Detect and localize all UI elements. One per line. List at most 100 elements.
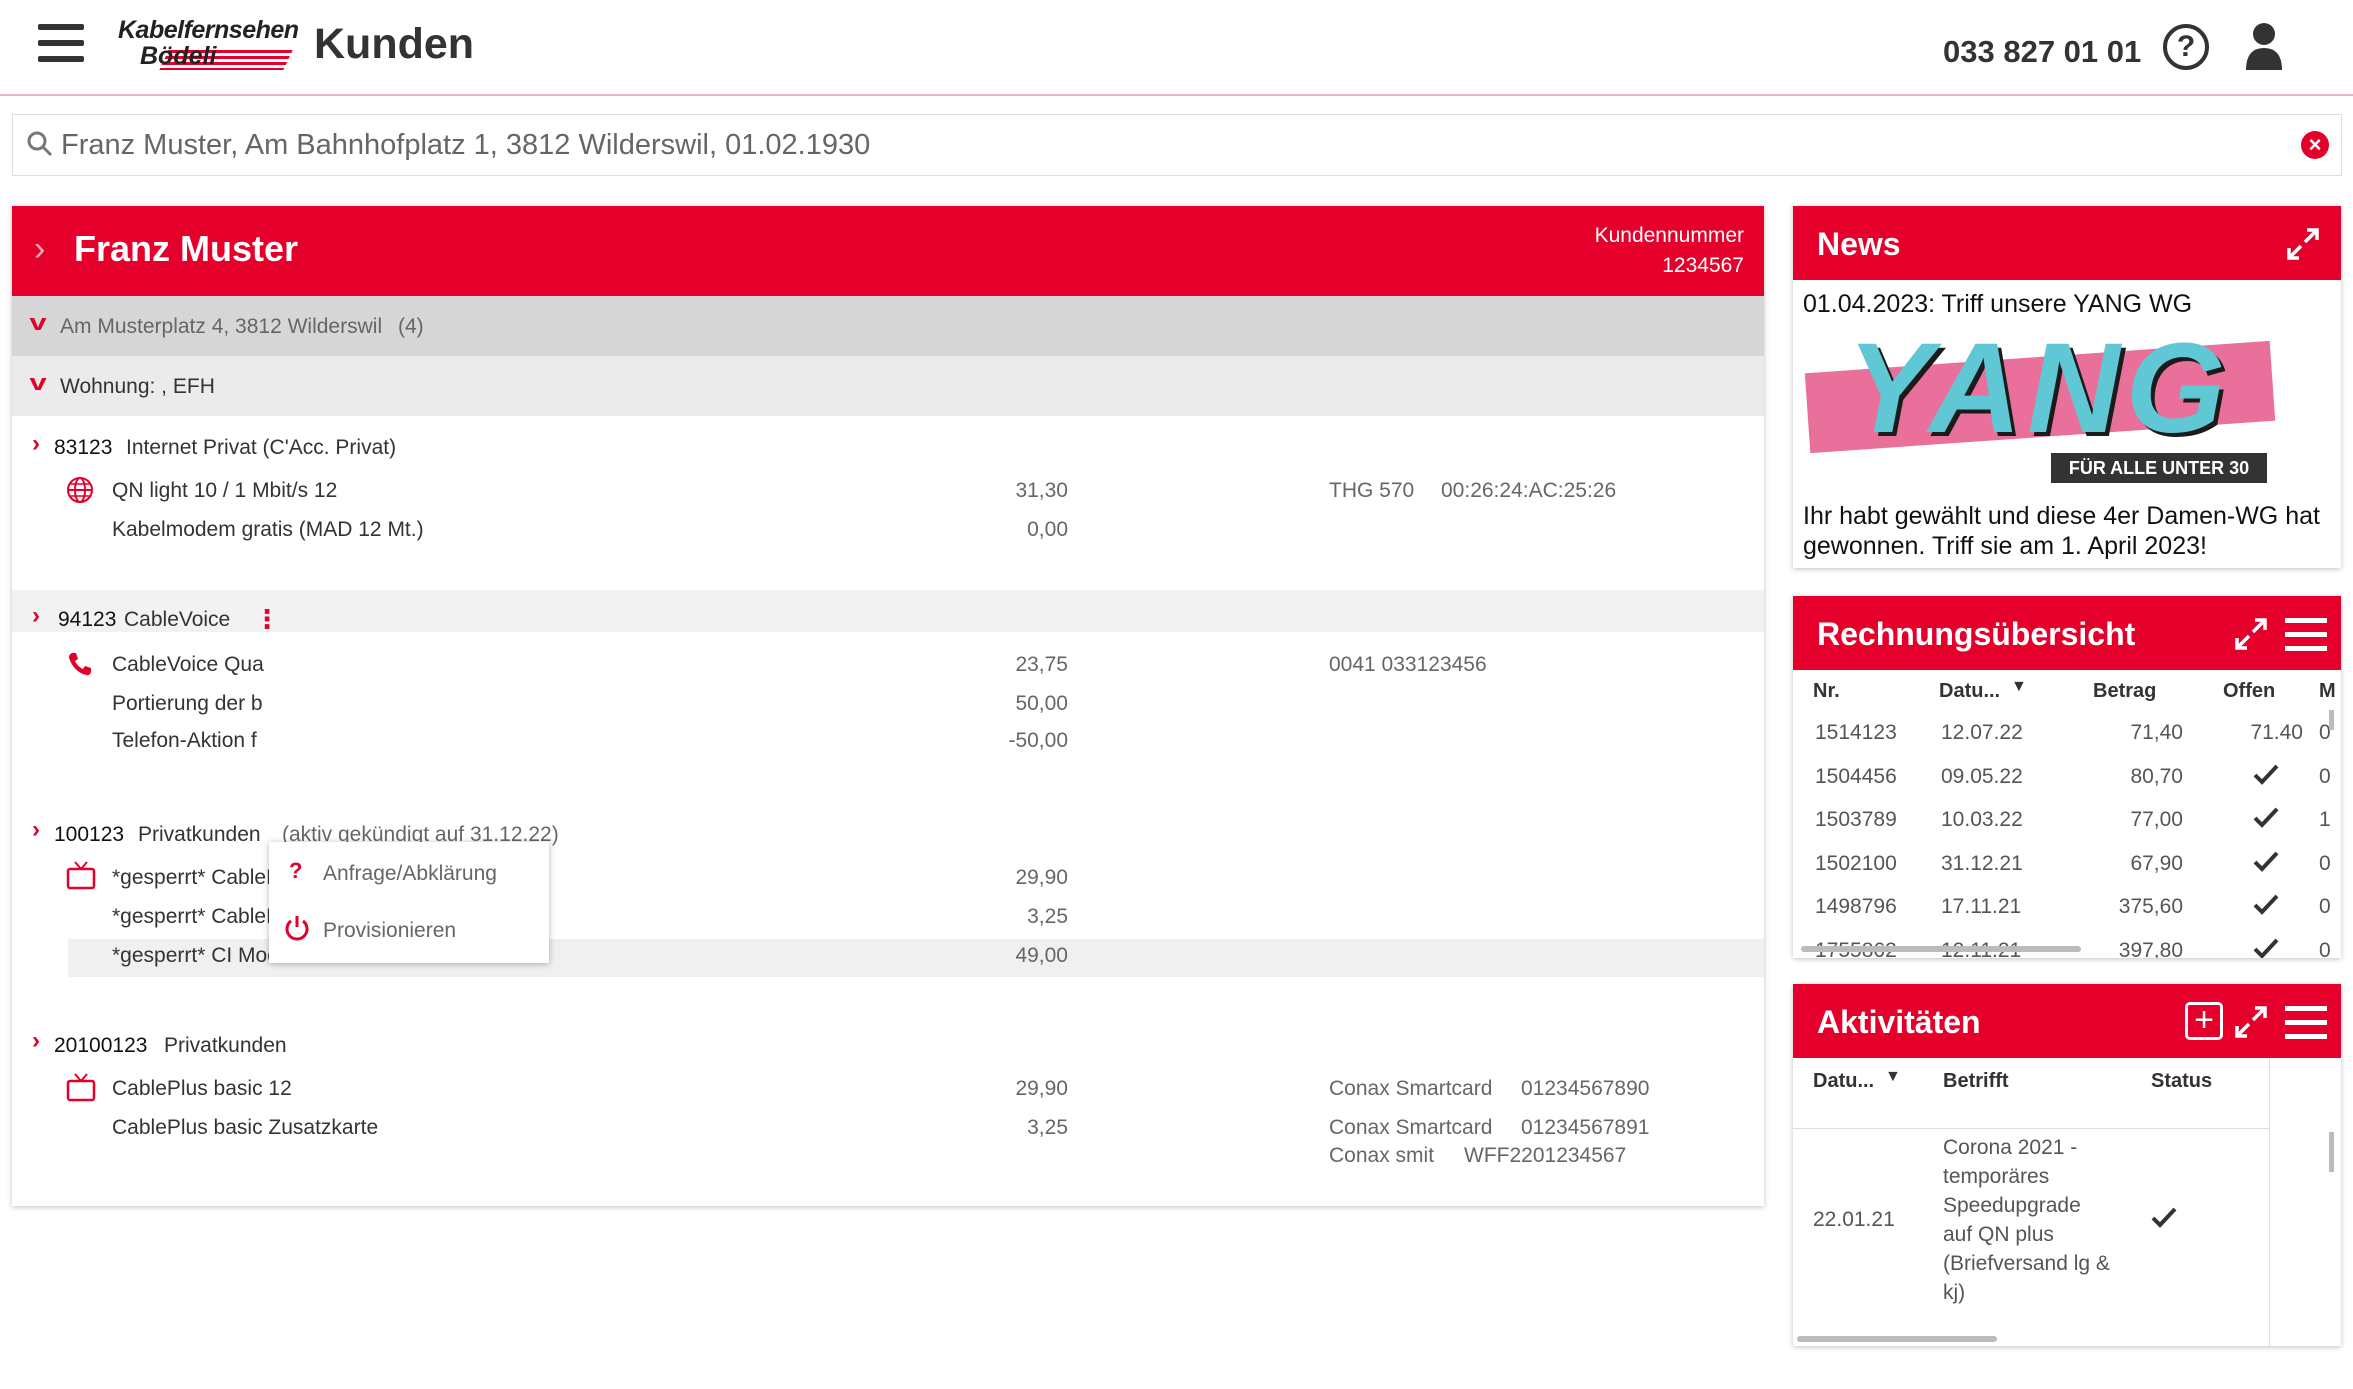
- col-betrag[interactable]: Betrag: [2093, 680, 2156, 703]
- product-label: CableVoice Qua: [112, 653, 264, 676]
- chevron-down-icon: v: [29, 310, 47, 335]
- expand-icon[interactable]: [2285, 226, 2321, 262]
- product-price: 49,00: [1015, 944, 1068, 967]
- invoice-number: 1514123: [1815, 721, 1897, 744]
- news-title: News: [1817, 226, 1901, 262]
- menu-item-provisionieren[interactable]: Provisionieren: [323, 919, 456, 943]
- customer-name: Franz Muster: [74, 228, 299, 269]
- chevron-right-icon[interactable]: ›: [32, 602, 40, 630]
- logo-line2: Bödeli: [140, 42, 217, 70]
- product-price: 50,00: [1015, 692, 1068, 715]
- check-icon: [2151, 1207, 2177, 1228]
- question-icon: ?: [289, 858, 303, 883]
- col-m[interactable]: M: [2319, 680, 2336, 703]
- col-status[interactable]: Status: [2151, 1070, 2212, 1093]
- menu-icon[interactable]: [2285, 1006, 2327, 1040]
- expand-icon[interactable]: [2233, 616, 2269, 652]
- hamburger-menu-icon[interactable]: [38, 24, 84, 62]
- product-label: CablePlus basic Zusatzkarte: [112, 1116, 379, 1139]
- product-label: Kabelmodem gratis (MAD 12 Mt.): [112, 518, 424, 541]
- product-price: 29,90: [1015, 1077, 1068, 1100]
- wohnung-text: Wohnung: , EFH: [60, 375, 215, 398]
- menu-icon[interactable]: [2285, 618, 2327, 652]
- company-logo[interactable]: Kabelfernsehen Bödeli: [116, 16, 299, 72]
- invoice-amount: 397,80: [2118, 938, 2183, 959]
- col-offen[interactable]: Offen: [2223, 680, 2275, 703]
- activity-subject: kj): [1943, 1281, 1966, 1304]
- customer-header: › Franz Muster Kundennummer 1234567: [12, 206, 1764, 296]
- device-mac: 00:26:24:AC:25:26: [1441, 479, 1617, 502]
- add-activity-icon[interactable]: +: [2185, 1002, 2223, 1040]
- vertical-scrollbar[interactable]: [2329, 710, 2334, 730]
- contract-name: Privatkunden: [164, 1034, 287, 1057]
- product-price: 31,30: [1015, 479, 1068, 502]
- product-price: -50,00: [1008, 729, 1068, 752]
- col-nr[interactable]: Nr.: [1813, 680, 1840, 703]
- activity-subject: auf QN plus: [1943, 1223, 2054, 1246]
- globe-icon: [67, 477, 93, 503]
- check-icon: [2253, 938, 2279, 958]
- invoice-number: 1502100: [1815, 851, 1897, 875]
- invoice-date: 31.12.21: [1941, 851, 2023, 875]
- contract-name: Privatkunden: [138, 823, 261, 846]
- menu-item-anfrage[interactable]: Anfrage/Abklärung: [323, 862, 497, 886]
- invoice-m: 0: [2319, 895, 2331, 918]
- invoice-number: 1504456: [1815, 764, 1897, 788]
- product-price: 0,00: [1027, 518, 1068, 541]
- horizontal-scrollbar[interactable]: [1797, 1336, 1997, 1342]
- invoice-m: 0: [2319, 764, 2331, 788]
- chevron-right-icon[interactable]: ›: [32, 430, 40, 458]
- invoice-number: 1503789: [1815, 808, 1897, 831]
- invoice-open: 71.40: [2250, 721, 2303, 744]
- hotline-phone: 033 827 01 01: [1943, 34, 2142, 69]
- product-price: 29,90: [1015, 866, 1068, 889]
- address-row[interactable]: v Am Musterplatz 4, 3812 Wilderswil (4): [12, 296, 1764, 356]
- activities-title: Aktivitäten: [1817, 1004, 1981, 1040]
- top-bar: Kabelfernsehen Bödeli Kunden 033 827 01 …: [0, 0, 2353, 96]
- device-serial: 01234567891: [1521, 1116, 1650, 1139]
- tv-icon: [66, 861, 96, 890]
- clear-search-icon[interactable]: ×: [2301, 131, 2329, 159]
- product-price: 23,75: [1015, 653, 1068, 676]
- power-icon: [285, 916, 309, 941]
- invoice-amount: 77,00: [2130, 808, 2183, 831]
- contract-context-menu: ? Anfrage/Abklärung Provisionieren: [269, 842, 549, 963]
- check-icon: [2253, 851, 2279, 872]
- customer-search-field[interactable]: Franz Muster, Am Bahnhofplatz 1, 3812 Wi…: [12, 114, 2342, 176]
- invoice-amount: 67,90: [2130, 851, 2183, 875]
- search-input-value[interactable]: Franz Muster, Am Bahnhofplatz 1, 3812 Wi…: [61, 129, 870, 162]
- invoice-date: 10.03.22: [1941, 808, 2023, 831]
- yang-tagline: FÜR ALLE UNTER 30: [2051, 453, 2267, 483]
- sort-down-icon[interactable]: ▼: [2011, 678, 2027, 696]
- invoice-date: 12.07.22: [1941, 721, 2023, 744]
- check-icon: [2253, 807, 2279, 828]
- customer-number-label: Kundennummer: [1594, 224, 1744, 247]
- vertical-scrollbar[interactable]: [2329, 1132, 2334, 1172]
- product-price: 3,25: [1027, 1116, 1068, 1139]
- chevron-right-icon[interactable]: ›: [32, 1027, 40, 1055]
- contract-id: 83123: [54, 436, 113, 459]
- help-icon[interactable]: ?: [2163, 24, 2209, 70]
- product-label: CablePlus basic 12: [112, 1077, 292, 1100]
- col-datum[interactable]: Datu...: [1939, 680, 2000, 703]
- sort-down-icon[interactable]: ▼: [1885, 1068, 1901, 1086]
- more-options-icon[interactable]: ⋮: [254, 604, 280, 635]
- activity-subject: Speedupgrade: [1943, 1194, 2081, 1217]
- invoice-amount: 80,70: [2130, 764, 2183, 788]
- invoice-card: Rechnungsübersicht Nr. Datu... ▼ Betrag …: [1793, 596, 2341, 958]
- news-image[interactable]: YANG FÜR ALLE UNTER 30: [1804, 317, 2327, 483]
- device-type: Conax Smartcard: [1329, 1077, 1493, 1100]
- col-datum[interactable]: Datu...: [1813, 1070, 1874, 1093]
- user-account-icon[interactable]: [2244, 22, 2284, 72]
- wohnung-row[interactable]: v Wohnung: , EFH: [12, 356, 1764, 416]
- col-betrifft[interactable]: Betrifft: [1943, 1070, 2009, 1093]
- expand-icon[interactable]: [2233, 1004, 2269, 1040]
- device-serial: 01234567890: [1521, 1077, 1650, 1100]
- contract-id: 20100123: [54, 1034, 148, 1057]
- horizontal-scrollbar[interactable]: [1801, 946, 2081, 952]
- chevron-right-icon[interactable]: ›: [32, 816, 40, 844]
- page-title: Kunden: [314, 20, 475, 68]
- invoice-amount: 71,40: [2130, 721, 2183, 744]
- chevron-right-icon[interactable]: ›: [34, 230, 45, 269]
- check-icon: [2253, 894, 2279, 915]
